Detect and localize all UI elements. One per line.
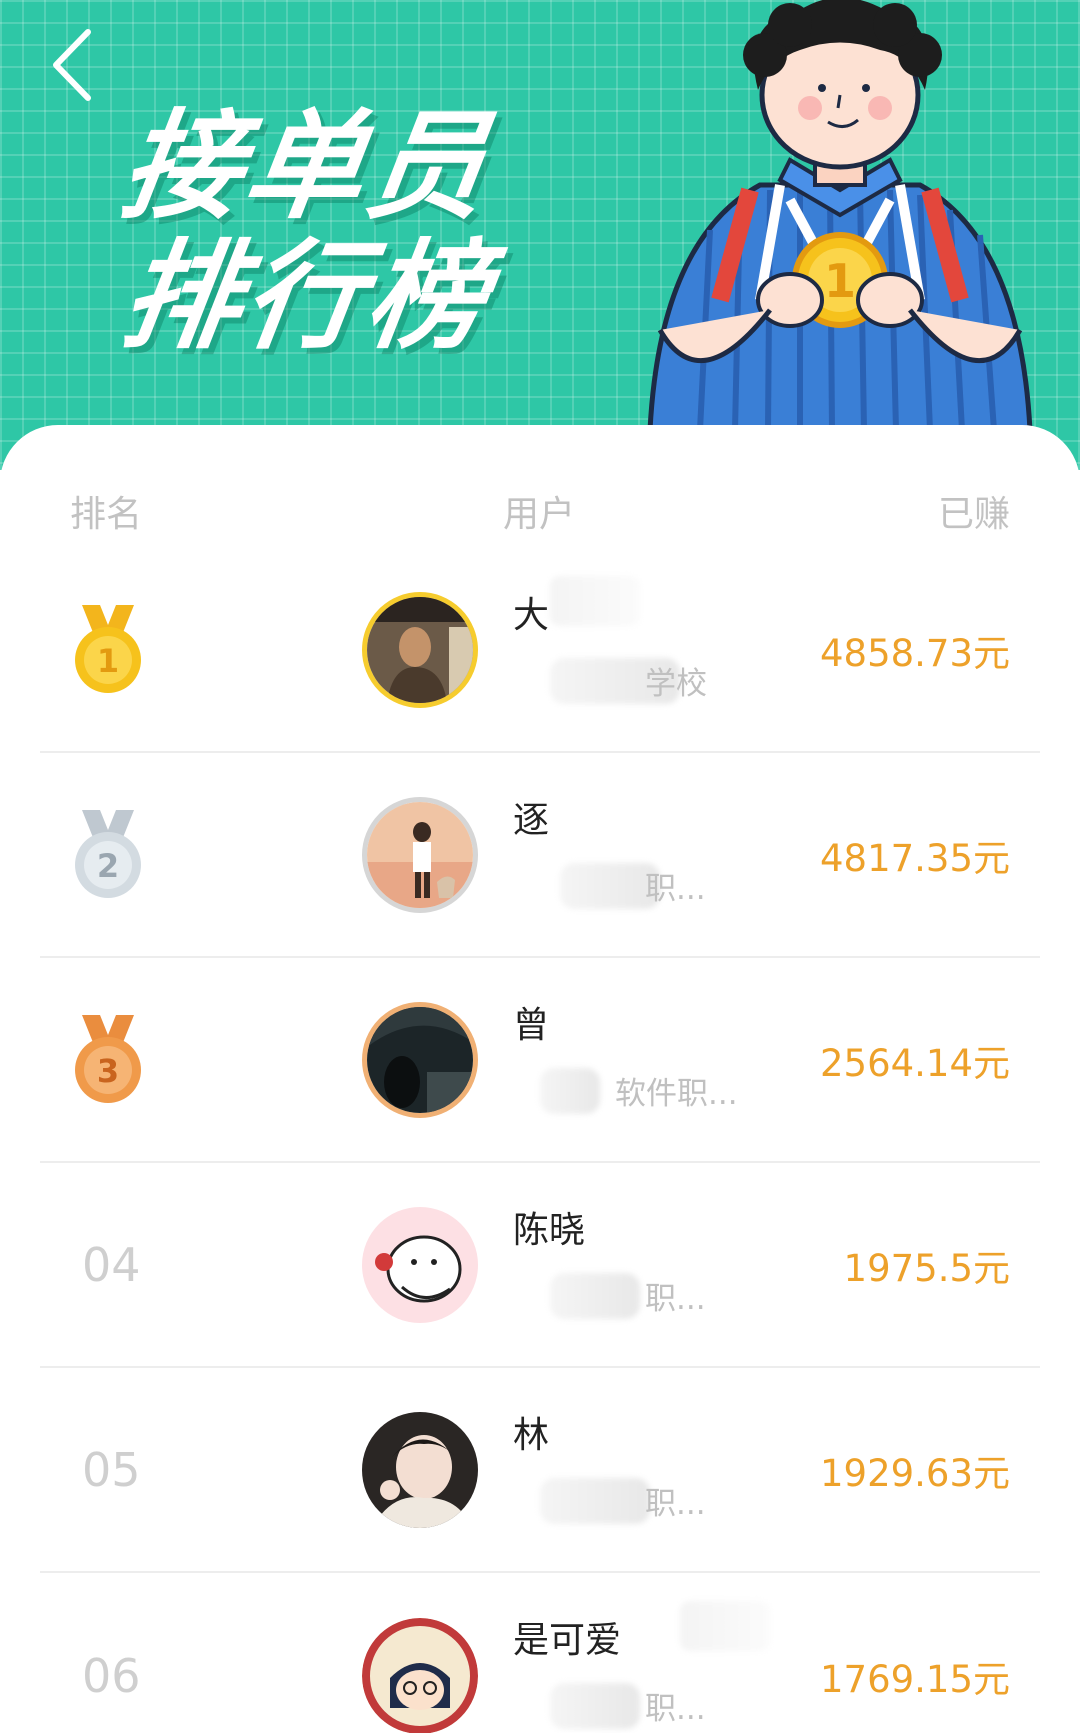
- avatar[interactable]: [362, 1001, 478, 1118]
- rank-number: 05: [82, 1442, 141, 1497]
- redaction-blur: [550, 1683, 640, 1729]
- user-name: 陈晓: [513, 1210, 586, 1251]
- avatar[interactable]: [362, 796, 478, 913]
- earned-amount: 2564.14元: [819, 1041, 1010, 1085]
- column-header-user: 用户: [503, 494, 576, 535]
- rank-number: 04: [82, 1237, 141, 1292]
- user-school: 职...: [645, 1691, 706, 1727]
- leaderboard-row-1[interactable]: 1 大 学校 4858.73元: [40, 548, 1040, 753]
- user-school: 学校: [645, 666, 707, 702]
- redaction-blur: [550, 1273, 640, 1319]
- avatar[interactable]: [362, 1411, 478, 1528]
- user-school: 软件职...: [615, 1076, 738, 1112]
- redaction-blur: [550, 576, 640, 626]
- user-school: 职...: [645, 871, 706, 907]
- avatar[interactable]: [362, 591, 478, 708]
- gold-medal-icon: 1: [75, 604, 141, 693]
- earned-amount: 1929.63元: [819, 1451, 1010, 1495]
- user-school: 职...: [645, 1281, 706, 1317]
- page-title-line2: 排行榜: [113, 227, 500, 365]
- leaderboard-row-6[interactable]: 06 是可爱 职... 1769.15元: [40, 1573, 1040, 1733]
- column-header-earned: 已赚: [937, 494, 1010, 535]
- earned-amount: 4858.73元: [819, 631, 1010, 675]
- leaderboard-row-5[interactable]: 05 林 职... 1929.63元: [40, 1368, 1040, 1573]
- user-name: 逐: [513, 800, 550, 841]
- mascot-illustration: 1: [647, 0, 1033, 433]
- bronze-medal-icon: 3: [75, 1014, 141, 1103]
- leaderboard-row-3[interactable]: 3 曾 软件职... 2564.14元: [40, 958, 1040, 1163]
- user-name: 曾: [513, 1005, 550, 1046]
- redaction-blur: [680, 1601, 770, 1651]
- earned-amount: 4817.35元: [819, 836, 1010, 880]
- avatar[interactable]: [362, 1206, 478, 1323]
- redaction-blur: [540, 1478, 650, 1524]
- leaderboard-row-4[interactable]: 04 陈晓 职... 1975.5元: [40, 1163, 1040, 1368]
- avatar[interactable]: [362, 1617, 478, 1733]
- user-name: 是可爱: [513, 1620, 622, 1661]
- svg-text:3: 3: [97, 1052, 119, 1090]
- earned-amount: 1975.5元: [843, 1246, 1010, 1290]
- user-name: 林: [513, 1415, 550, 1456]
- svg-text:1: 1: [97, 642, 119, 680]
- earned-amount: 1769.15元: [819, 1657, 1010, 1701]
- leaderboard-row-2[interactable]: 2 逐 职... 4817.35元: [40, 753, 1040, 958]
- back-arrow-icon[interactable]: [28, 20, 118, 110]
- svg-text:2: 2: [97, 847, 119, 885]
- rank-number: 06: [82, 1648, 141, 1703]
- header-banner: 接单员 排行榜 1: [0, 0, 1080, 470]
- silver-medal-icon: 2: [75, 809, 141, 898]
- user-name: 大: [513, 595, 550, 636]
- column-header-rank: 排名: [70, 494, 143, 535]
- svg-text:1: 1: [824, 254, 856, 308]
- user-school: 职...: [645, 1486, 706, 1522]
- redaction-blur: [540, 1068, 600, 1114]
